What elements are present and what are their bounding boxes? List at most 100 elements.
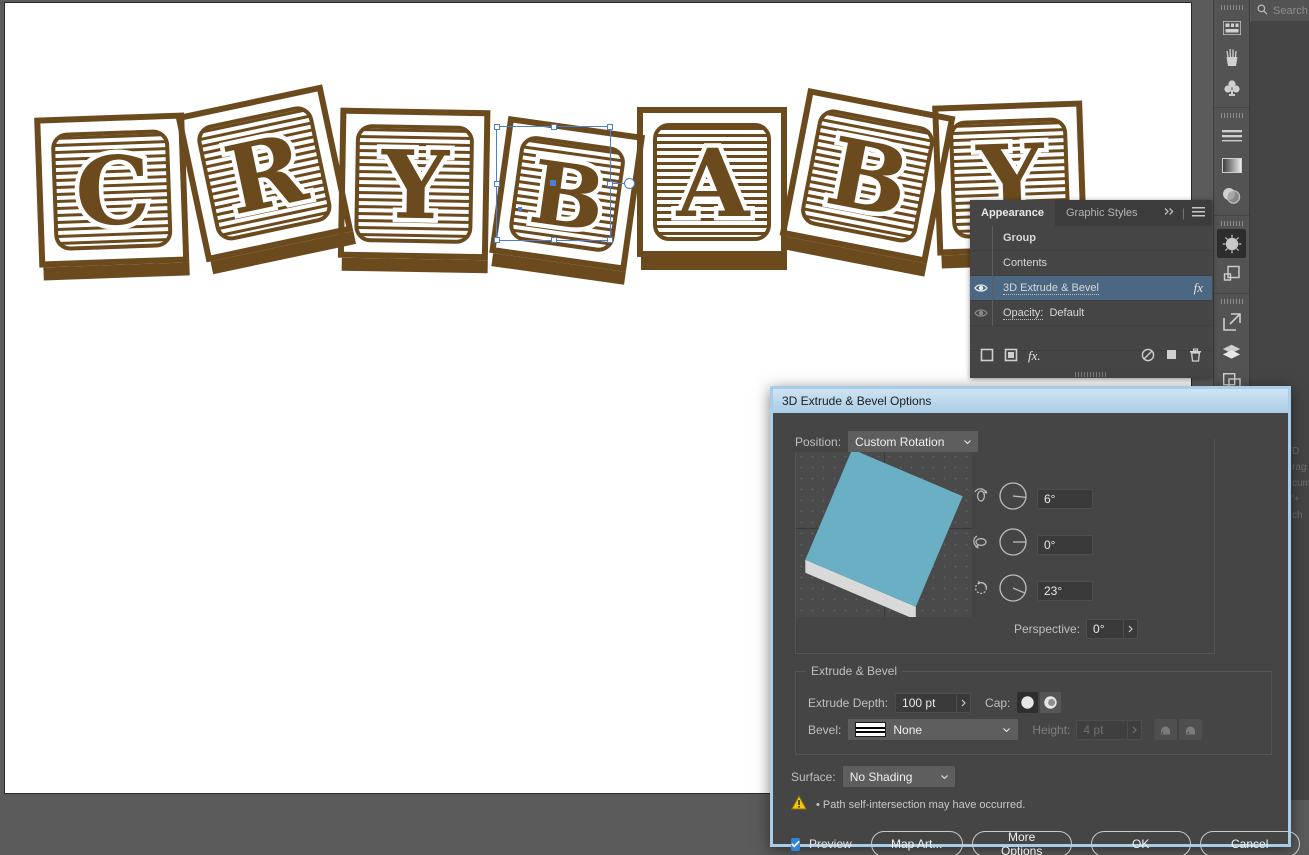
- extrude-bevel-legend: Extrude & Bevel: [806, 664, 903, 678]
- appearance-row-label: 3D Extrude & Bevel: [1003, 282, 1099, 295]
- letter-block-a-4[interactable]: AA: [637, 107, 789, 273]
- perspective-stepper[interactable]: [1124, 619, 1139, 639]
- svg-text:B: B: [524, 140, 611, 252]
- rotation-input-0[interactable]: [1037, 488, 1093, 509]
- brushes-icon[interactable]: [1217, 43, 1246, 72]
- warning-triangle-icon: [790, 794, 808, 815]
- extrude-bevel-fieldset: Extrude & Bevel Extrude Depth: Cap:: [795, 664, 1272, 755]
- cancel-button[interactable]: Cancel: [1199, 831, 1300, 855]
- dock-group-2: [1214, 221, 1249, 294]
- add-new-effect-icon[interactable]: fx.: [1028, 348, 1041, 364]
- symbols-icon[interactable]: [1217, 73, 1246, 102]
- letter-block-c-0[interactable]: CC: [34, 112, 192, 283]
- extrude-depth-label: Extrude Depth:: [808, 695, 889, 710]
- ok-button[interactable]: OK: [1090, 831, 1191, 855]
- appearance-panel[interactable]: Appearance Graphic Styles | Group Conten…: [970, 200, 1212, 378]
- graphic-styles-icon[interactable]: [1217, 259, 1246, 288]
- appearance-row-contents[interactable]: Contents: [970, 250, 1212, 276]
- letter-block-b-5[interactable]: BB: [777, 88, 958, 280]
- extrude-depth-stepper[interactable]: [957, 692, 972, 713]
- selection-rotate-widget[interactable]: [624, 178, 635, 189]
- dialog-footer[interactable]: Preview Map Art... More Options OK Cance…: [791, 830, 1300, 855]
- map-art-button[interactable]: Map Art...: [870, 831, 963, 855]
- letter-block-r-1[interactable]: RR: [175, 84, 358, 278]
- rotation-row-1[interactable]: [973, 527, 1093, 562]
- surface-row[interactable]: Surface: No ShadingDiffuse ShadingPlasti…: [791, 766, 955, 787]
- tab-graphic-styles[interactable]: Graphic Styles: [1054, 200, 1149, 226]
- panel-menu-icon[interactable]: [1192, 206, 1205, 220]
- position-row[interactable]: Position: Custom RotationOff-Axis FrontO…: [795, 431, 985, 452]
- add-new-stroke-icon[interactable]: [980, 348, 994, 365]
- dock-group-grip[interactable]: [1220, 221, 1243, 226]
- rotate-x-icon: [973, 488, 989, 509]
- tab-appearance[interactable]: Appearance: [970, 200, 1055, 226]
- add-new-fill-icon[interactable]: [1004, 348, 1018, 365]
- rotation-dial-1[interactable]: [998, 527, 1028, 562]
- stroke-icon[interactable]: [1217, 121, 1246, 150]
- cap-on-icon[interactable]: [1017, 692, 1039, 713]
- appearance-panel-tabs[interactable]: Appearance Graphic Styles |: [970, 200, 1212, 226]
- swatches-icon[interactable]: [1217, 13, 1246, 42]
- effect-fx-icon[interactable]: fx: [1194, 280, 1212, 296]
- tab-spacer: [1148, 200, 1160, 226]
- rotation-input-1[interactable]: [1037, 534, 1093, 555]
- search-bar[interactable]: Search: [1251, 0, 1309, 22]
- letter-block-b-3[interactable]: BB: [487, 116, 647, 288]
- rotation-input-2[interactable]: [1037, 580, 1093, 601]
- chevrons-right-icon[interactable]: [1164, 207, 1175, 219]
- duplicate-item-icon[interactable]: [1165, 348, 1179, 365]
- tab-appearance-label: Appearance: [981, 207, 1044, 219]
- svg-text:Y: Y: [380, 130, 451, 241]
- layers-icon[interactable]: [1217, 337, 1246, 366]
- visibility-eye-icon[interactable]: [970, 308, 992, 318]
- transparency-icon[interactable]: [1217, 181, 1246, 210]
- appearance-row-group[interactable]: Group: [970, 225, 1212, 251]
- surface-select[interactable]: No ShadingDiffuse ShadingPlastic Shading…: [842, 766, 955, 787]
- dock-group-1: [1214, 113, 1249, 216]
- dock-group-grip[interactable]: [1220, 5, 1243, 10]
- more-options-button[interactable]: More Options: [971, 830, 1072, 855]
- clear-appearance-icon[interactable]: [1141, 348, 1155, 365]
- hidden-text-fragment: ch: [1292, 510, 1303, 521]
- perspective-input[interactable]: [1086, 619, 1125, 639]
- appearance-icon[interactable]: [1217, 229, 1246, 258]
- appearance-panel-footer[interactable]: fx.: [970, 344, 1212, 368]
- bevel-label: Bevel:: [808, 722, 842, 737]
- delete-item-icon[interactable]: [1189, 347, 1202, 365]
- tab-divider: |: [1181, 206, 1185, 220]
- rotation-row-2[interactable]: [973, 573, 1093, 608]
- rotation-dial-0[interactable]: [998, 481, 1028, 516]
- preview-checkbox[interactable]: [791, 837, 800, 851]
- perspective-row[interactable]: Perspective:: [1014, 619, 1139, 639]
- extrude-depth-input[interactable]: [895, 692, 958, 713]
- letter-block-y-2[interactable]: YY: [337, 107, 493, 277]
- rotation-dial-2[interactable]: [998, 573, 1028, 608]
- bevel-select[interactable]: None: [848, 719, 1019, 740]
- rotation-preview[interactable]: [796, 440, 972, 617]
- 3d-extrude-bevel-dialog[interactable]: 3D Extrude & Bevel Options Position: Cus…: [770, 386, 1300, 855]
- visibility-eye-icon[interactable]: [970, 283, 992, 293]
- panel-resize-grip[interactable]: [1075, 372, 1107, 377]
- gradient-icon[interactable]: [1217, 151, 1246, 180]
- selection-center-point: [550, 180, 556, 186]
- appearance-rows[interactable]: Group Contents 3D Extrude & Bevel fx Opacity…: [970, 225, 1212, 326]
- asset-export-icon[interactable]: [1217, 307, 1246, 336]
- appearance-row-label: Group: [1003, 232, 1036, 244]
- position-select[interactable]: Custom RotationOff-Axis FrontOff-Axis To…: [848, 431, 979, 452]
- appearance-row-opacity[interactable]: Opacity: Default: [970, 300, 1212, 326]
- appearance-row-label: Opacity: Default: [1003, 307, 1085, 320]
- bevel-height-label: Height:: [1032, 722, 1071, 737]
- dock-group-grip[interactable]: [1220, 113, 1243, 118]
- preview-cube[interactable]: [796, 440, 972, 617]
- rotation-row-0[interactable]: [973, 481, 1093, 516]
- bevel-value: None: [893, 722, 923, 737]
- hidden-background-panel: Drag cum '+ ch: [1290, 440, 1309, 550]
- dock-group-grip[interactable]: [1220, 299, 1243, 304]
- cap-label: Cap:: [985, 695, 1011, 710]
- rotate-z-icon: [973, 580, 989, 601]
- cap-off-icon[interactable]: [1040, 692, 1062, 713]
- appearance-row-3d-extrude-bevel[interactable]: 3D Extrude & Bevel fx: [970, 275, 1212, 301]
- surface-label: Surface:: [791, 769, 836, 784]
- tab-graphic-styles-label: Graphic Styles: [1065, 207, 1138, 219]
- hidden-text-fragment: D: [1292, 446, 1300, 457]
